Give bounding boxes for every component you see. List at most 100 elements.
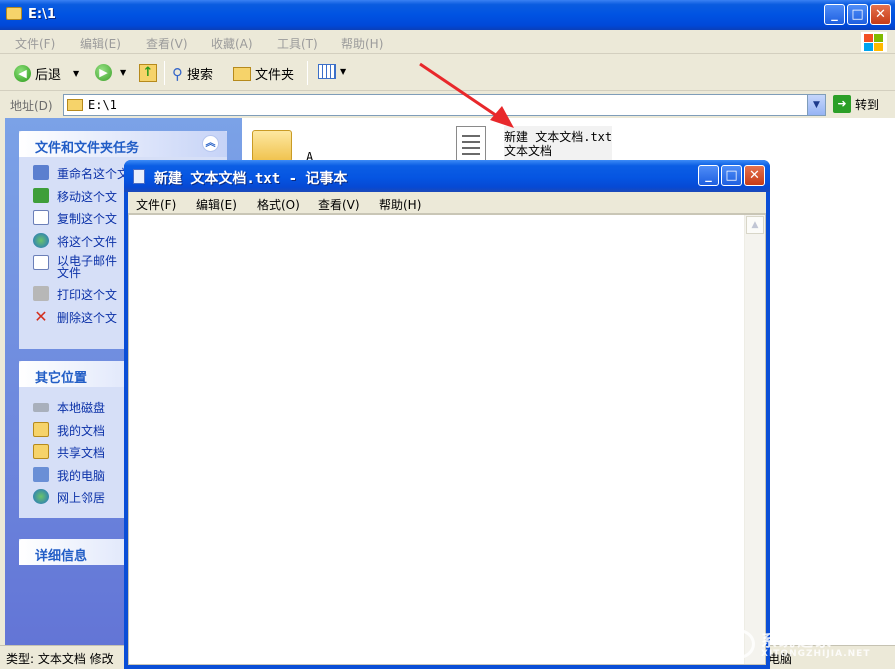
chevron-down-icon: ▼ xyxy=(120,68,127,77)
place-label: 本地磁盘 xyxy=(57,401,106,415)
rename-icon xyxy=(33,165,49,180)
go-arrow-icon: ➜ xyxy=(833,95,851,113)
folders-label: 文件夹 xyxy=(255,68,295,83)
vertical-scrollbar[interactable]: ▲ xyxy=(744,215,765,664)
details-title: 详细信息 xyxy=(35,549,88,564)
email-icon xyxy=(33,255,49,270)
menu-help[interactable]: 帮助(H) xyxy=(379,196,421,213)
scroll-up-icon[interactable]: ▲ xyxy=(746,216,764,234)
goto-button[interactable]: ➜ 转到 xyxy=(833,95,879,113)
menu-file[interactable]: 文件(F) xyxy=(15,35,55,52)
other-places-title: 其它位置 xyxy=(35,371,88,386)
chevron-down-icon[interactable]: ▼ xyxy=(807,95,825,115)
menu-file[interactable]: 文件(F) xyxy=(136,196,176,213)
folder-icon xyxy=(67,99,83,111)
my-computer-icon xyxy=(33,466,49,482)
status-left: 类型: 文本文档 修改 xyxy=(6,652,114,666)
task-label: 复制这个文 xyxy=(57,212,118,226)
task-label: 将这个文件 xyxy=(57,234,118,249)
views-icon xyxy=(318,64,336,79)
menu-edit[interactable]: 编辑(E) xyxy=(196,196,237,213)
watermark-url: XITONGZHIJIA.NET xyxy=(761,649,871,659)
goto-label: 转到 xyxy=(855,97,880,112)
print-icon xyxy=(33,286,49,301)
task-label: 打印这个文 xyxy=(57,288,118,302)
publish-web-icon xyxy=(33,232,49,248)
place-label: 我的电脑 xyxy=(57,468,106,483)
notepad-icon xyxy=(133,169,145,184)
chevron-down-icon: ▼ xyxy=(73,69,80,78)
collapse-icon[interactable]: ︽ xyxy=(202,135,219,152)
maximize-button[interactable]: □ xyxy=(721,165,742,186)
forward-button[interactable]: ▶ ▼ xyxy=(95,64,126,81)
explorer-window-controls: _ □ ✕ xyxy=(824,4,891,25)
local-disk-icon xyxy=(33,403,49,412)
notepad-title-bar[interactable]: 新建 文本文档.txt - 记事本 _ □ ✕ xyxy=(124,160,770,192)
forward-arrow-icon: ▶ xyxy=(95,64,112,81)
folder-icon xyxy=(6,7,22,20)
address-input[interactable]: E:\1 ▼ xyxy=(63,94,826,116)
watermark-logo-icon xyxy=(721,629,755,659)
file-name: 新建 文本文档.txt xyxy=(504,130,613,144)
place-label: 我的文档 xyxy=(57,423,106,438)
file-tasks-header[interactable]: 文件和文件夹任务 ︽ xyxy=(19,131,227,157)
close-button[interactable]: ✕ xyxy=(870,4,891,25)
menu-view[interactable]: 查看(V) xyxy=(146,35,188,52)
explorer-title-bar[interactable]: E:\1 _ □ ✕ xyxy=(0,0,895,30)
explorer-title: E:\1 xyxy=(28,7,56,22)
address-label: 地址(D) xyxy=(10,99,53,113)
menu-help[interactable]: 帮助(H) xyxy=(341,35,383,52)
address-value: E:\1 xyxy=(88,98,117,112)
back-button[interactable]: ◀ 后退 ▼ xyxy=(14,64,79,83)
place-label: 网上邻居 xyxy=(57,491,106,505)
notepad-menu-bar: 文件(F) 编辑(E) 格式(O) 查看(V) 帮助(H) xyxy=(128,192,766,214)
text-document-icon xyxy=(456,126,486,162)
task-label: 重命名这个文 xyxy=(57,167,130,181)
move-icon xyxy=(33,187,49,203)
folder-icon xyxy=(252,130,292,162)
back-label: 后退 xyxy=(35,68,62,83)
chevron-down-icon: ▼ xyxy=(340,67,347,76)
copy-icon xyxy=(33,210,49,225)
search-button[interactable]: ⚲ 搜索 xyxy=(172,64,214,84)
task-label-line2: 文件 xyxy=(57,266,82,280)
notepad-window-controls: _ □ ✕ xyxy=(698,165,765,186)
menu-tools[interactable]: 工具(T) xyxy=(277,35,318,52)
file-tasks-title: 文件和文件夹任务 xyxy=(35,141,140,156)
windows-logo-icon xyxy=(861,32,887,52)
watermark: 系统之家 XITONGZHIJIA.NET xyxy=(721,627,891,665)
search-label: 搜索 xyxy=(187,68,214,83)
search-icon: ⚲ xyxy=(172,64,183,83)
close-button[interactable]: ✕ xyxy=(744,165,765,186)
folders-button[interactable]: 文件夹 xyxy=(233,64,294,83)
file-type: 文本文档 xyxy=(504,144,553,158)
task-label: 删除这个文 xyxy=(57,310,118,325)
menu-view[interactable]: 查看(V) xyxy=(318,196,360,213)
file-item-text-document[interactable]: 新建 文本文档.txt 文本文档 xyxy=(456,126,613,162)
menu-edit[interactable]: 编辑(E) xyxy=(80,35,121,52)
menu-format[interactable]: 格式(O) xyxy=(257,196,300,213)
up-folder-icon: ↑ xyxy=(139,64,157,82)
notepad-text-input[interactable] xyxy=(129,215,744,664)
minimize-button[interactable]: _ xyxy=(698,165,719,186)
place-label: 共享文档 xyxy=(57,446,106,460)
back-arrow-icon: ◀ xyxy=(14,65,31,82)
up-folder-button[interactable]: ↑ xyxy=(139,64,157,82)
network-places-icon xyxy=(33,489,49,504)
my-documents-icon xyxy=(33,421,49,437)
notepad-title: 新建 文本文档.txt - 记事本 xyxy=(154,171,348,187)
views-button[interactable]: ▼ xyxy=(318,64,346,79)
watermark-text: 系统之家 xyxy=(761,631,834,650)
menu-favorites[interactable]: 收藏(A) xyxy=(211,35,253,52)
minimize-button[interactable]: _ xyxy=(824,4,845,25)
shared-documents-icon xyxy=(33,444,49,459)
maximize-button[interactable]: □ xyxy=(847,4,868,25)
folders-icon xyxy=(233,66,251,81)
explorer-toolbar: ◀ 后退 ▼ ▶ ▼ ↑ ⚲ 搜索 文件夹 ▼ xyxy=(0,55,895,91)
task-label: 移动这个文 xyxy=(57,189,118,204)
file-item-folder-a[interactable]: A xyxy=(252,130,313,164)
address-bar: 地址(D) E:\1 ▼ ➜ 转到 xyxy=(0,92,895,118)
explorer-menu-bar: 文件(F) 编辑(E) 查看(V) 收藏(A) 工具(T) 帮助(H) xyxy=(0,30,895,54)
delete-icon: ✕ xyxy=(34,306,48,326)
notepad-edit-area: ▲ xyxy=(128,214,766,665)
